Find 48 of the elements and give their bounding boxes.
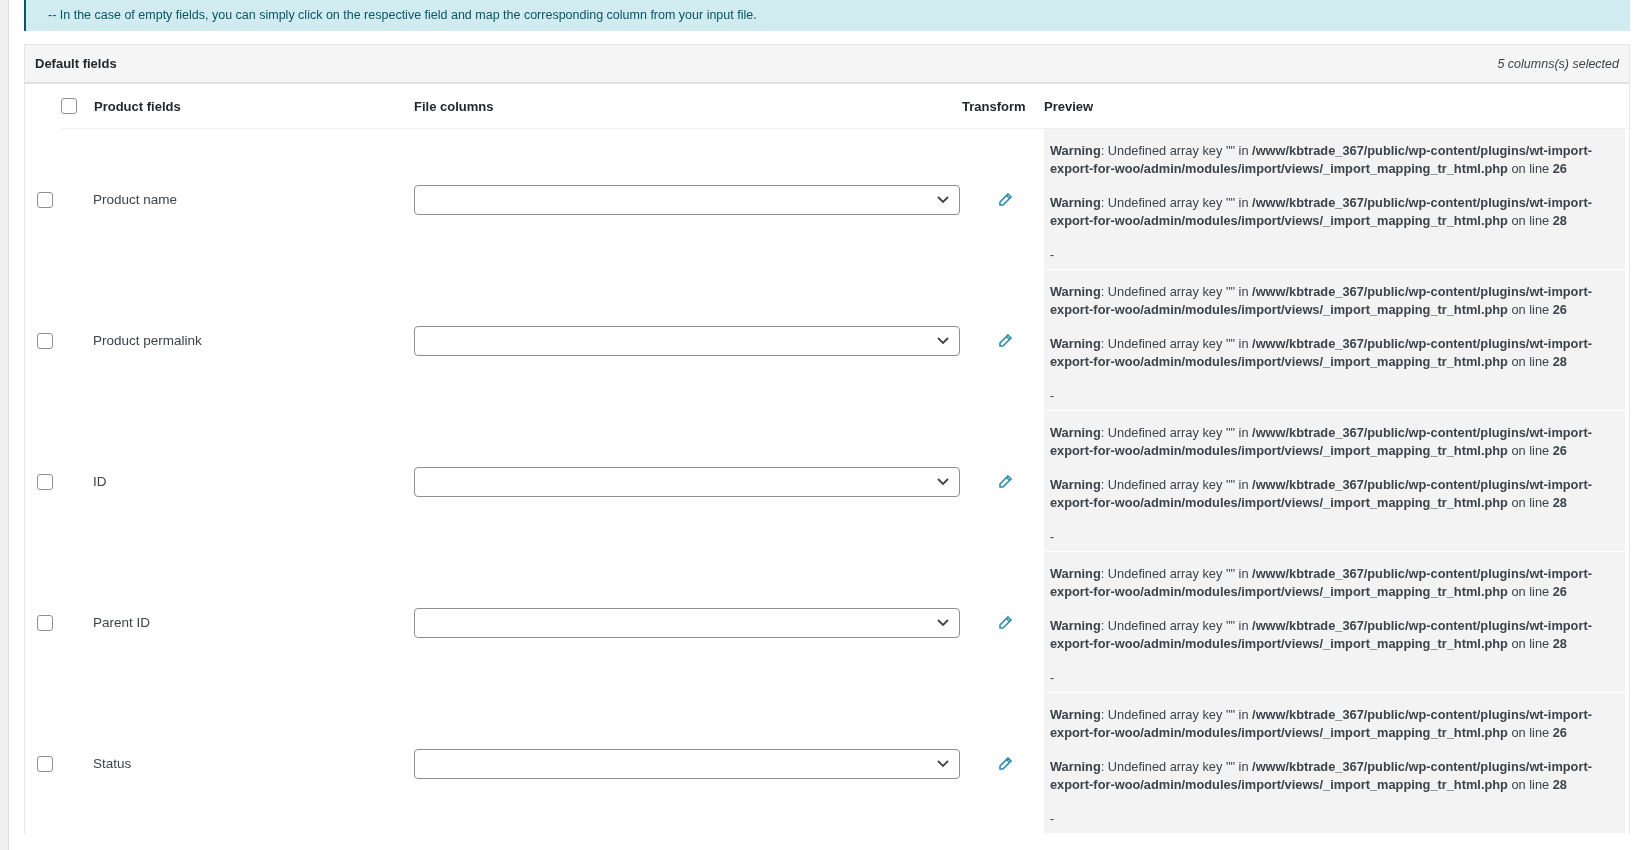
chevron-down-icon [937, 477, 949, 486]
column-header: Transform [962, 98, 1026, 114]
checkbox[interactable] [37, 332, 53, 349]
field-name: Product name [93, 192, 178, 207]
checkbox[interactable] [37, 191, 53, 208]
column-header: File columns [414, 98, 494, 114]
preview-text: Warning: Undefined array key "" in /www/kbtrade_367/public/wp-content/plugins/wt-import-export-for-woo/admin/modules/import/views/_import_mapping_tr_html.php on line 28 [1050, 617, 1593, 653]
checkbox[interactable] [37, 473, 53, 490]
preview-text: - [1050, 387, 1056, 405]
field-name: ID [93, 474, 107, 489]
column-header: Preview [1044, 98, 1094, 114]
preview-text: - [1050, 528, 1056, 546]
preview-text: Warning: Undefined array key "" in /www/kbtrade_367/public/wp-content/plugins/wt-import-export-for-woo/admin/modules/import/views/_import_mapping_tr_html.php on line 26 [1050, 142, 1593, 178]
preview-text: - [1050, 669, 1056, 687]
column-header: Product fields [94, 98, 181, 114]
pencil-icon[interactable] [997, 191, 1013, 208]
column-select[interactable] [414, 607, 960, 638]
preview-text: Warning: Undefined array key "" in /www/kbtrade_367/public/wp-content/plugins/wt-import-export-for-woo/admin/modules/import/views/_import_mapping_tr_html.php on line 28 [1050, 335, 1593, 371]
preview-text: Warning: Undefined array key "" in /www/kbtrade_367/public/wp-content/plugins/wt-import-export-for-woo/admin/modules/import/views/_import_mapping_tr_html.php on line 26 [1050, 424, 1593, 460]
notice-text: -- In the case of empty fields, you can simply click on the respective field and map the corresponding column from your input file. [48, 8, 758, 22]
preview-text: Warning: Undefined array key "" in /www/kbtrade_367/public/wp-content/plugins/wt-import-export-for-woo/admin/modules/import/views/_import_mapping_tr_html.php on line 26 [1050, 565, 1593, 601]
field-name: Status [93, 756, 132, 771]
chevron-down-icon [937, 618, 949, 627]
preview-text: Warning: Undefined array key "" in /www/kbtrade_367/public/wp-content/plugins/wt-import-export-for-woo/admin/modules/import/views/_import_mapping_tr_html.php on line 26 [1050, 706, 1593, 742]
column-select[interactable] [414, 466, 960, 497]
chevron-down-icon [937, 195, 949, 204]
preview-text: - [1050, 246, 1056, 264]
preview-text: Warning: Undefined array key "" in /www/kbtrade_367/public/wp-content/plugins/wt-import-export-for-woo/admin/modules/import/views/_import_mapping_tr_html.php on line 26 [1050, 283, 1593, 319]
field-name: Parent ID [93, 615, 151, 630]
preview-text: - [1050, 810, 1056, 828]
pencil-icon[interactable] [997, 473, 1013, 490]
checkbox[interactable] [37, 614, 53, 631]
pencil-icon[interactable] [997, 332, 1013, 349]
preview-text: Warning: Undefined array key "" in /www/kbtrade_367/public/wp-content/plugins/wt-import-export-for-woo/admin/modules/import/views/_import_mapping_tr_html.php on line 28 [1050, 194, 1593, 230]
chevron-down-icon [937, 336, 949, 345]
column-select[interactable] [414, 184, 960, 215]
selected-count: 5 columns(s) selected [1497, 56, 1619, 71]
section-title: Default fields [35, 56, 117, 71]
chevron-down-icon [937, 759, 949, 768]
preview-text: Warning: Undefined array key "" in /www/kbtrade_367/public/wp-content/plugins/wt-import-export-for-woo/admin/modules/import/views/_import_mapping_tr_html.php on line 28 [1050, 476, 1593, 512]
pencil-icon[interactable] [997, 755, 1013, 772]
checkbox[interactable] [61, 98, 77, 114]
field-name: Product permalink [93, 333, 202, 348]
column-select[interactable] [414, 325, 960, 356]
preview-text: Warning: Undefined array key "" in /www/kbtrade_367/public/wp-content/plugins/wt-import-export-for-woo/admin/modules/import/views/_import_mapping_tr_html.php on line 28 [1050, 758, 1593, 794]
column-select[interactable] [414, 748, 960, 779]
pencil-icon[interactable] [997, 614, 1013, 631]
checkbox[interactable] [37, 755, 53, 772]
